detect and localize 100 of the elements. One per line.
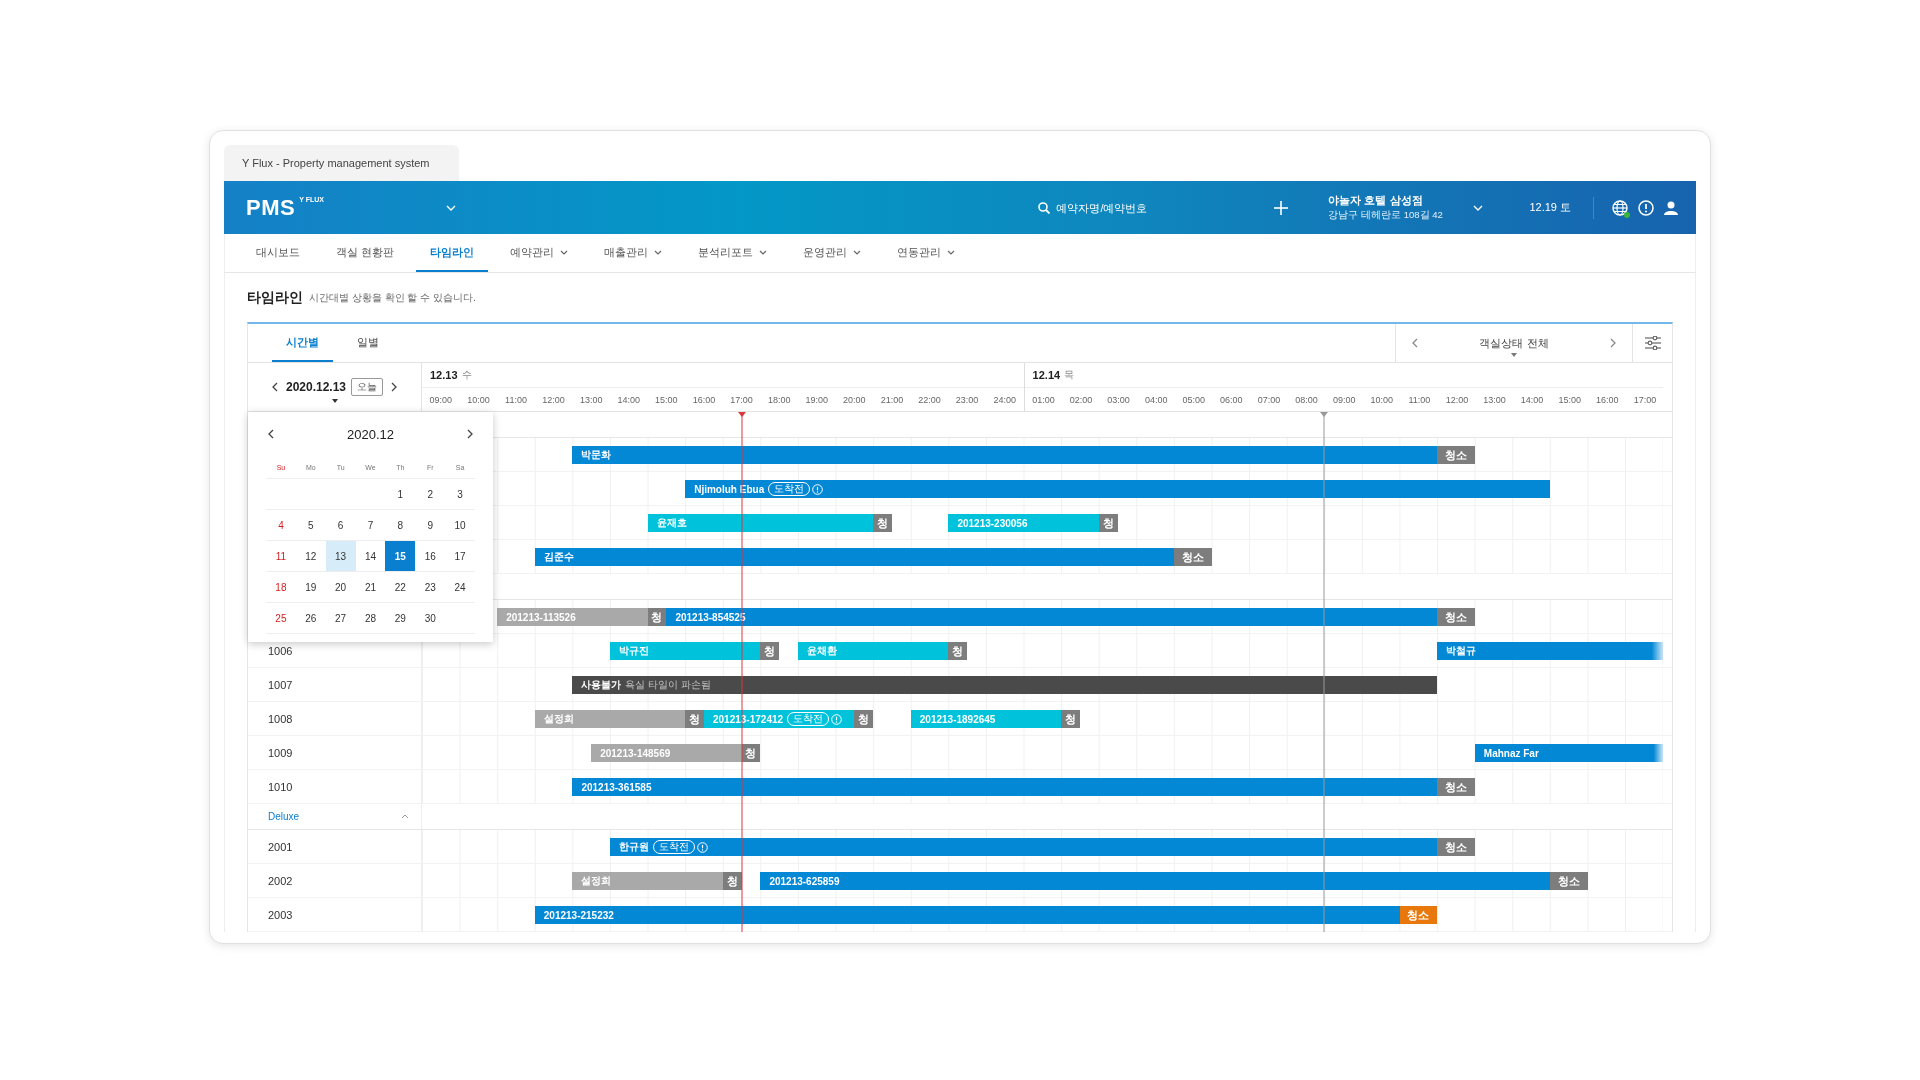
hour-label: 14:00 bbox=[1519, 394, 1545, 405]
reservation-bar[interactable]: 박철규 bbox=[1437, 642, 1663, 660]
calendar-day[interactable]: 7 bbox=[355, 510, 386, 540]
block-note: 욕실 타일이 파손됨 bbox=[625, 678, 711, 692]
hour-label: 19:00 bbox=[804, 394, 829, 405]
browser-tab[interactable]: Y Flux - Property management system bbox=[224, 145, 459, 181]
guest-name: 201213-172412 bbox=[713, 713, 784, 725]
cleaning-tag[interactable]: 청 bbox=[873, 514, 892, 532]
guest-name: 박규진 bbox=[619, 644, 649, 658]
calendar-day[interactable]: 12 bbox=[295, 541, 326, 571]
cleaning-tag[interactable]: 청소 bbox=[1174, 548, 1212, 566]
room-status-filter[interactable]: 객실상태 전체 bbox=[1395, 324, 1632, 362]
guest-name: 201213-215232 bbox=[543, 909, 614, 921]
nav-tab[interactable]: 분석리포트 bbox=[684, 234, 782, 272]
calendar-day[interactable]: 18 bbox=[266, 572, 296, 602]
calendar-day[interactable]: 27 bbox=[325, 603, 356, 633]
guest-name: Mahnaz Far bbox=[1483, 747, 1539, 759]
reservation-bar[interactable]: 한규원 도착전 bbox=[610, 838, 1438, 856]
calendar-day[interactable]: 14 bbox=[355, 541, 386, 571]
today-button[interactable]: 오늘 bbox=[351, 377, 384, 396]
calendar-day[interactable]: 4 bbox=[266, 510, 296, 540]
room-type-label[interactable]: Deluxe bbox=[268, 811, 300, 822]
cleaning-tag[interactable]: 청 bbox=[685, 710, 704, 728]
hour-label: 22:00 bbox=[917, 394, 942, 405]
calendar-day[interactable]: 9 bbox=[415, 510, 446, 540]
calendar-day[interactable]: 1 bbox=[385, 479, 416, 509]
cleaning-tag[interactable]: 청 bbox=[1061, 710, 1080, 728]
cleaning-tag[interactable]: 청소 bbox=[1437, 446, 1475, 464]
calendar-day[interactable]: 17 bbox=[445, 541, 475, 571]
chevron-right-icon[interactable] bbox=[391, 381, 398, 392]
nav-tab[interactable]: 예약관리 bbox=[496, 234, 583, 272]
reservation-bar[interactable]: 박문화 bbox=[572, 446, 1438, 464]
user-icon[interactable] bbox=[1664, 200, 1678, 215]
calendar-day[interactable]: 23 bbox=[415, 572, 446, 602]
nav-tab[interactable]: 대시보드 bbox=[242, 234, 314, 272]
reservation-bar[interactable]: Njimoluh Ebua 도착전 bbox=[685, 480, 1550, 498]
chevron-left-icon[interactable] bbox=[271, 381, 278, 392]
blocked-bar[interactable]: 사용불가 욕실 타일이 파손됨 bbox=[572, 676, 1438, 694]
chevron-down-icon[interactable] bbox=[446, 204, 456, 211]
nav-tab[interactable]: 연동관리 bbox=[883, 234, 970, 272]
cleaning-tag[interactable]: 청소 bbox=[1437, 608, 1475, 626]
calendar-day[interactable]: 15 bbox=[385, 541, 416, 571]
chevron-right-icon[interactable] bbox=[467, 429, 473, 439]
reservation-bar[interactable]: 201213-625859 bbox=[760, 872, 1550, 890]
cleaning-tag[interactable]: 청 bbox=[854, 710, 874, 728]
calendar-day[interactable]: 8 bbox=[385, 510, 416, 540]
guest-name: 201213-113526 bbox=[506, 611, 576, 623]
calendar-day[interactable]: 5 bbox=[295, 510, 326, 540]
hour-label: 12:00 bbox=[1444, 394, 1470, 405]
calendar-day[interactable]: 13 bbox=[325, 541, 356, 571]
cleaning-tag[interactable]: 청소 bbox=[1550, 872, 1588, 890]
hour-label: 09:00 bbox=[428, 394, 454, 405]
chevron-left-icon[interactable] bbox=[268, 429, 274, 439]
reservation-bar[interactable]: Mahnaz Far bbox=[1474, 744, 1663, 762]
date-value[interactable]: 2020.12.13 bbox=[285, 379, 347, 394]
chevron-down-icon[interactable] bbox=[1473, 204, 1484, 211]
nav-tab[interactable]: 매출관리 bbox=[590, 234, 677, 272]
search-field[interactable]: 예약자명/예약번호 bbox=[1038, 201, 1239, 214]
filter-label[interactable]: 객실상태 전체 bbox=[1479, 335, 1549, 351]
reservation-bar[interactable]: 201213-854525 bbox=[666, 608, 1438, 626]
calendar-day[interactable]: 3 bbox=[445, 479, 475, 509]
calendar-day[interactable]: 2 bbox=[415, 479, 446, 509]
reservation-bar[interactable]: 201213-215232 bbox=[534, 906, 1400, 924]
calendar-day[interactable]: 22 bbox=[385, 572, 416, 602]
plus-icon[interactable] bbox=[1274, 200, 1289, 215]
calendar-day[interactable]: 20 bbox=[325, 572, 356, 602]
calendar-day[interactable]: 11 bbox=[266, 541, 296, 571]
calendar-day[interactable]: 30 bbox=[415, 603, 446, 633]
calendar-day[interactable]: 19 bbox=[295, 572, 326, 602]
alert-icon[interactable] bbox=[1638, 199, 1654, 216]
reservation-bar[interactable]: 김준수 bbox=[534, 548, 1174, 566]
hour-label: 01:00 bbox=[1031, 394, 1056, 405]
cleaning-tag[interactable]: 청소 bbox=[1399, 906, 1438, 924]
guest-name: 201213-625859 bbox=[769, 875, 840, 887]
nav-tab[interactable]: 객실 현황판 bbox=[322, 234, 409, 272]
hour-label: 15:00 bbox=[654, 394, 679, 405]
reservation-bar[interactable]: 201213-361585 bbox=[572, 778, 1438, 796]
view-tab[interactable]: 일별 bbox=[343, 324, 393, 362]
calendar-day[interactable]: 10 bbox=[445, 510, 475, 540]
logo-text[interactable]: PMS bbox=[246, 194, 296, 221]
cleaning-tag[interactable]: 청 bbox=[760, 642, 780, 660]
day-date: 12.13 bbox=[430, 369, 458, 381]
globe-icon[interactable] bbox=[1612, 199, 1628, 216]
calendar-day[interactable]: 24 bbox=[445, 572, 475, 602]
cleaning-tag[interactable]: 청 bbox=[948, 642, 968, 660]
nav-tab[interactable]: 운영관리 bbox=[789, 234, 876, 272]
page-title: 타임라인 bbox=[247, 288, 303, 307]
calendar-day[interactable]: 25 bbox=[266, 603, 296, 633]
cleaning-tag[interactable]: 청소 bbox=[1437, 778, 1475, 796]
collapse-icon[interactable] bbox=[401, 814, 409, 819]
view-tab[interactable]: 시간별 bbox=[272, 324, 333, 362]
cleaning-tag[interactable]: 청소 bbox=[1437, 838, 1475, 856]
nav-tab[interactable]: 타임라인 bbox=[416, 234, 489, 272]
calendar-day[interactable]: 29 bbox=[385, 603, 416, 633]
calendar-day[interactable]: 28 bbox=[355, 603, 386, 633]
calendar-day[interactable]: 16 bbox=[415, 541, 446, 571]
caret-icon[interactable] bbox=[331, 398, 338, 403]
calendar-day[interactable]: 21 bbox=[355, 572, 386, 602]
calendar-day[interactable]: 26 bbox=[295, 603, 326, 633]
calendar-day[interactable]: 6 bbox=[325, 510, 356, 540]
